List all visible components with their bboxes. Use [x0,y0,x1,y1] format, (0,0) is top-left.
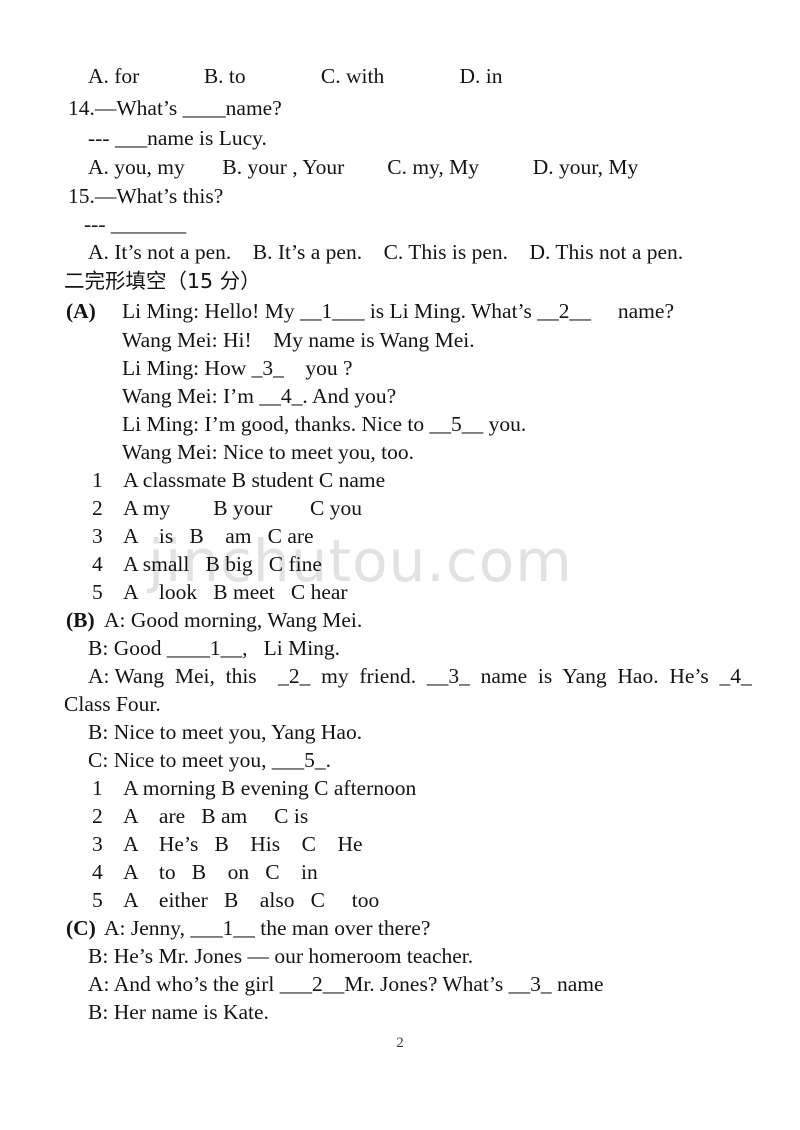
part-c-first-line: A: Jenny, ___1__ the man over there? [104,916,431,940]
part-b-option-3: 3 A He’s B His C He [92,832,363,856]
part-c-line-1: B: He’s Mr. Jones — our homeroom teacher… [88,944,474,968]
part-b-label: (B) [66,608,95,632]
q14-stem-line: 14.—What’s ____name? [68,96,282,120]
part-a-line-5: Li Ming: I’m good, thanks. Nice to __5__… [122,412,527,436]
page-number: 2 [396,1035,404,1051]
q15-options-line: A. It’s not a pen. B. It’s a pen. C. Thi… [88,240,684,264]
part-c-label: (C) [66,916,96,940]
part-c-line-2: A: And who’s the girl ___2__Mr. Jones? W… [88,972,604,996]
q13-options-line: A. for B. to C. with D. in [88,64,503,88]
part-b-first-line: A: Good morning, Wang Mei. [104,608,363,632]
section-heading: 二完形填空（15 分） [64,269,261,293]
part-a-line-1: Li Ming: Hello! My __1___ is Li Ming. Wh… [122,299,674,323]
part-b-line-3: Class Four. [64,692,161,716]
part-b-option-1: 1 A morning B evening C afternoon [92,776,417,800]
part-a-line-4: Wang Mei: I’m __4_. And you? [122,384,397,408]
part-a-option-4: 4 A small B big C fine [92,552,322,576]
part-b-option-2: 2 A are B am C is [92,804,309,828]
part-a-line-3: Li Ming: How _3_ you ? [122,356,353,380]
part-b-option-4: 4 A to B on C in [92,860,318,884]
part-a-line-6: Wang Mei: Nice to meet you, too. [122,440,415,464]
part-b-line-2: A: Wang Mei, this _2_ my friend. __3_ na… [88,664,752,688]
part-c-line-3: B: Her name is Kate. [88,1000,269,1024]
part-a-line-2: Wang Mei: Hi! My name is Wang Mei. [122,328,475,352]
part-a-option-2: 2 A my B your C you [92,496,362,520]
part-b-line-4: B: Nice to meet you, Yang Hao. [88,720,363,744]
document-page: jinchutou.com A. for B. to C. with D. in… [0,0,800,1130]
part-b-line-5: C: Nice to meet you, ___5_. [88,748,332,772]
q14-answer-line: --- ___name is Lucy. [88,126,267,150]
part-a-option-5: 5 A look B meet C hear [92,580,348,604]
q15-stem-line: 15.—What’s this? [68,184,224,208]
q15-answer-line: --- _______ [84,212,187,236]
part-a-option-1: 1 A classmate B student C name [92,468,386,492]
part-b-option-5: 5 A either B also C too [92,888,380,912]
part-a-label: (A) [66,299,96,323]
q14-options-line: A. you, my B. your , Your C. my, My D. y… [88,155,639,179]
part-b-line-1: B: Good ____1__, Li Ming. [88,636,341,660]
part-a-option-3: 3 A is B am C are [92,524,314,548]
